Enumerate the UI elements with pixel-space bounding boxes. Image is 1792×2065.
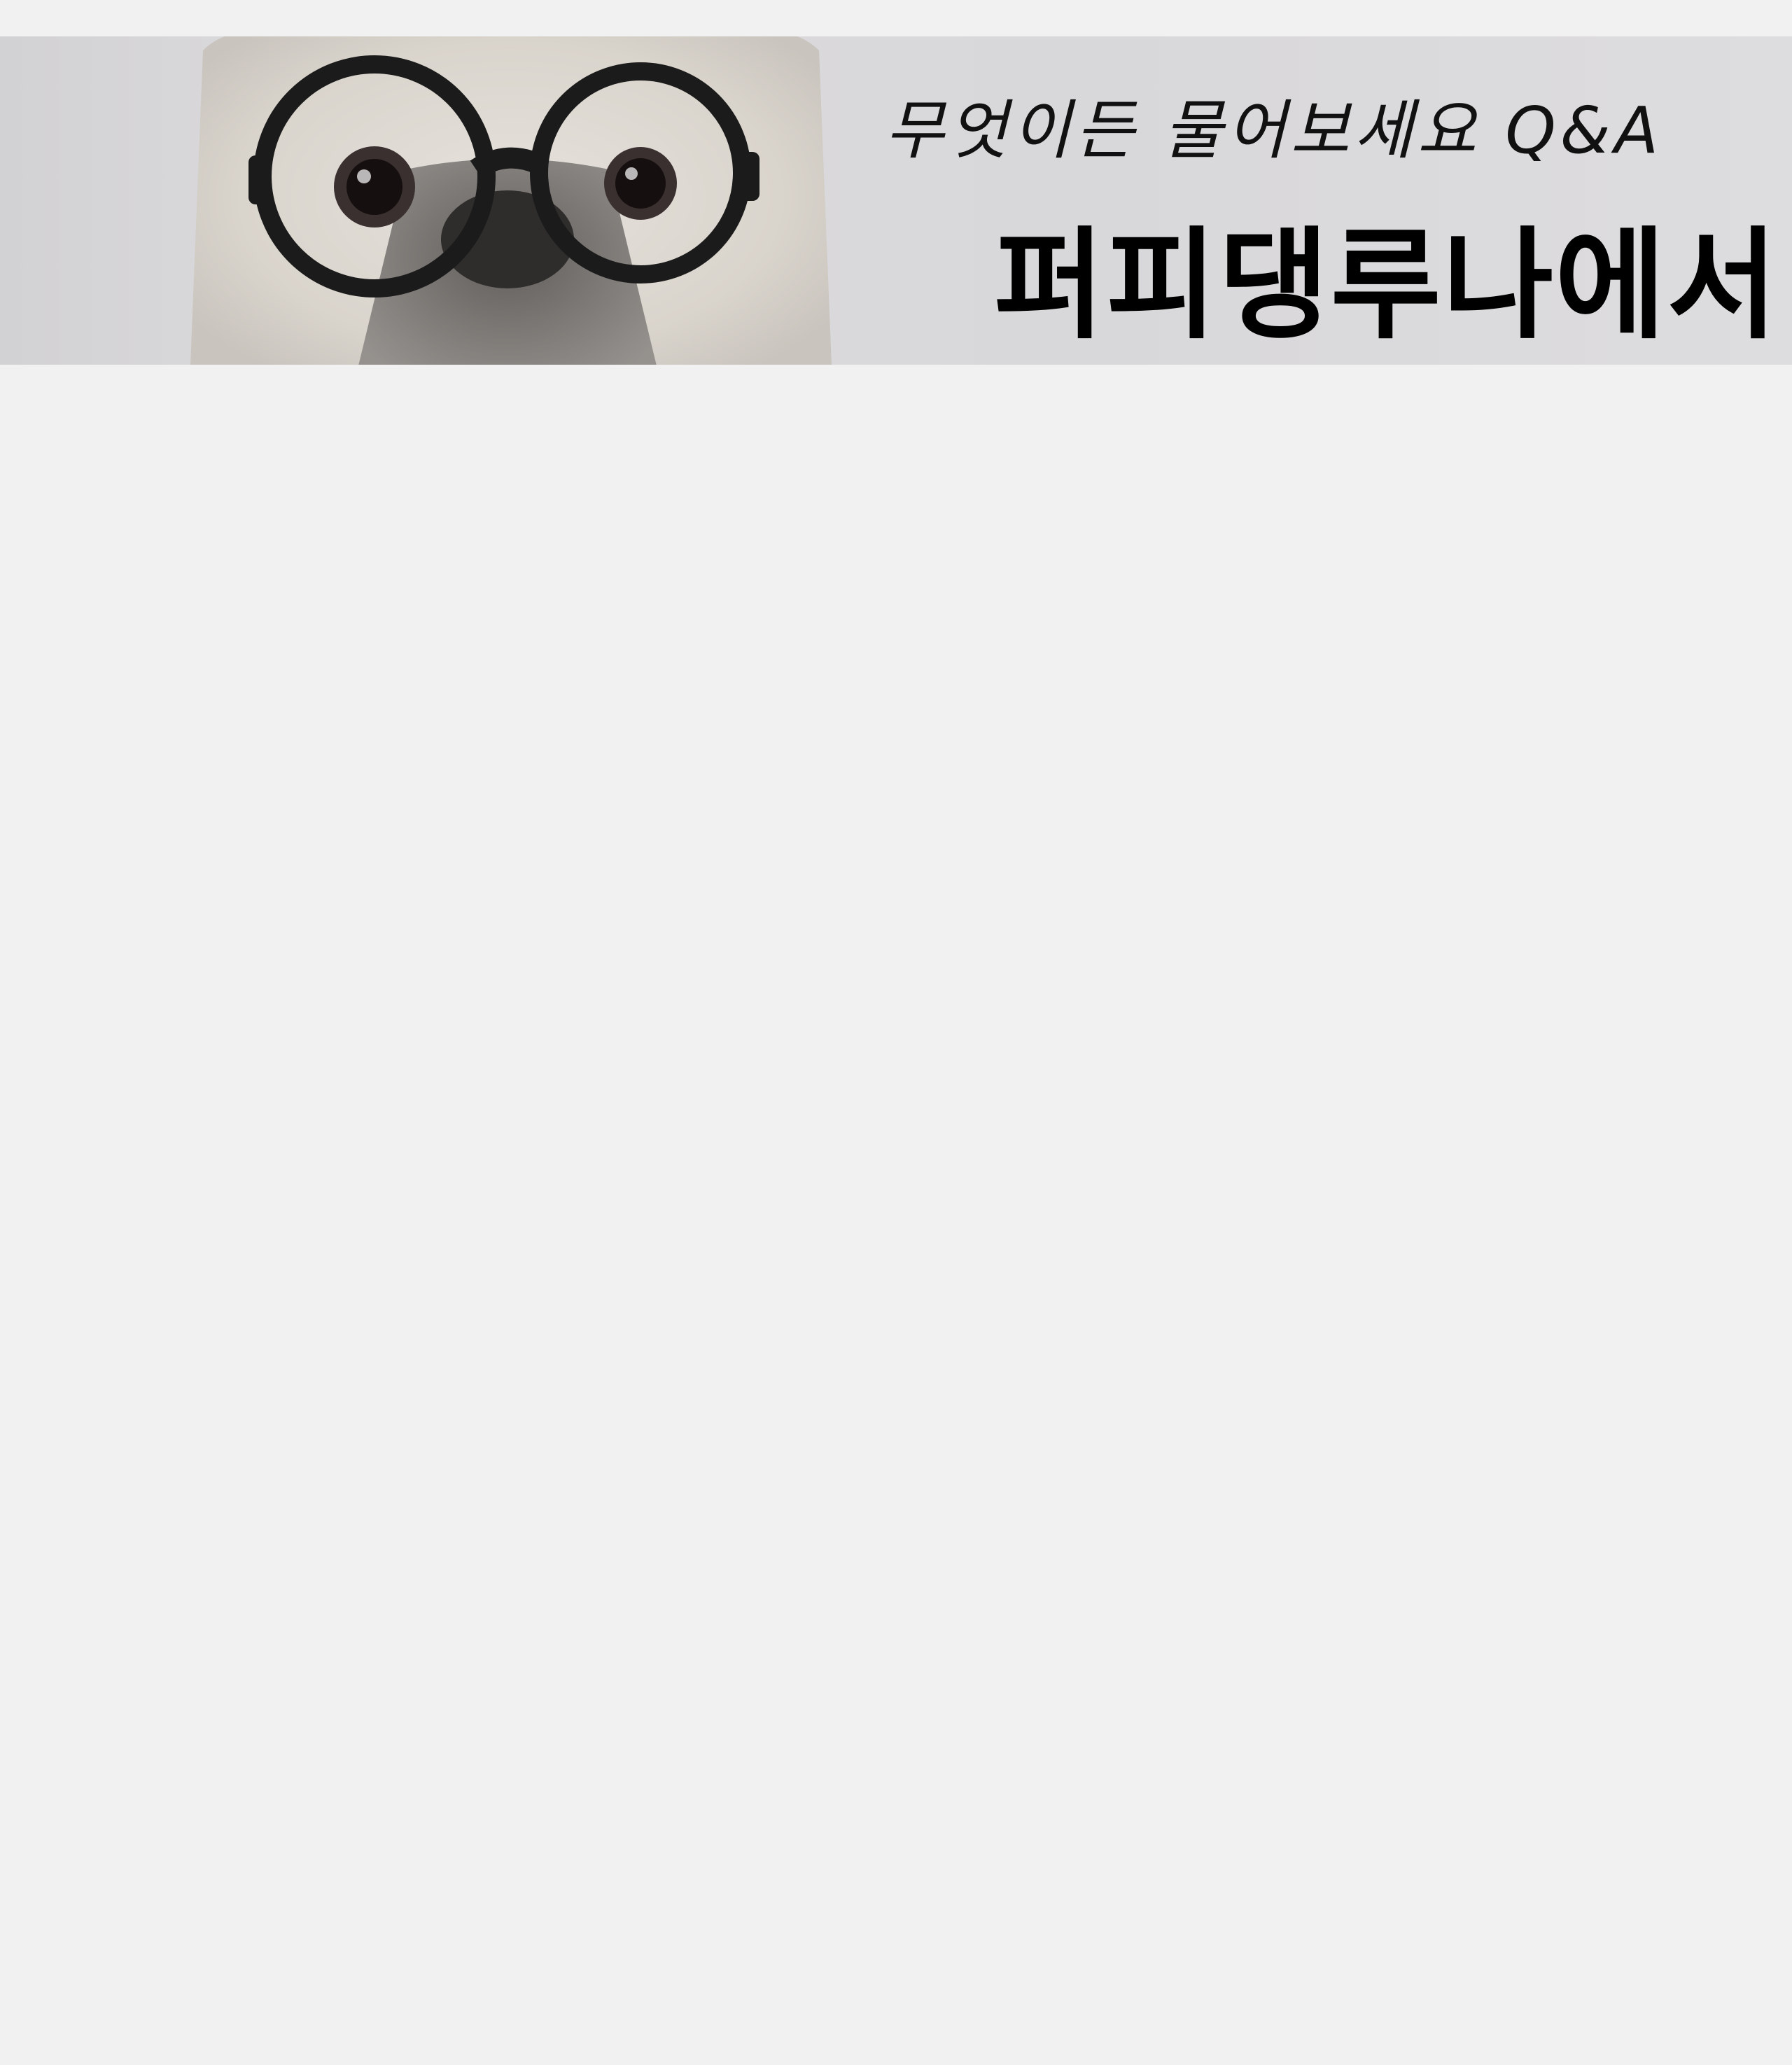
banner-subtitle: 무엇이든 물어보세요 Q&A: [885, 93, 1663, 168]
qa-banner: 무엇이든 물어보세요 Q&A 퍼피댕루나에서!!: [0, 36, 1792, 365]
dog-with-glasses-image: [190, 36, 832, 365]
banner-title: 퍼피댕루나에서!!: [994, 215, 1792, 356]
